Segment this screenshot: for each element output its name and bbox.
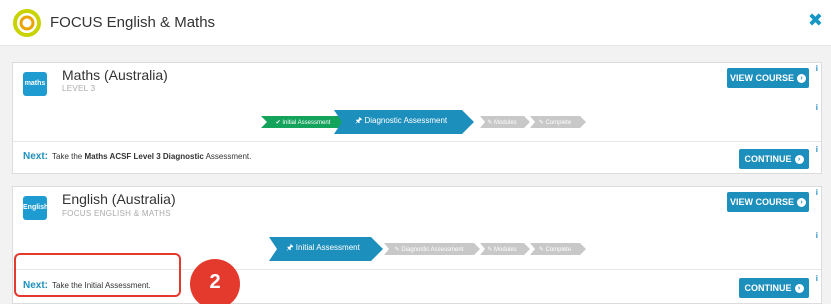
next-text: Take the bbox=[52, 152, 83, 161]
info-icon[interactable]: i bbox=[816, 64, 818, 73]
arrow-right-icon: › bbox=[797, 74, 806, 84]
step-label: ✎ Complete bbox=[538, 119, 572, 126]
info-icon[interactable]: i bbox=[816, 274, 818, 283]
continue-label: CONTINUE bbox=[744, 154, 792, 164]
course-subtitle: FOCUS ENGLISH & MATHS bbox=[62, 209, 171, 218]
continue-label: CONTINUE bbox=[744, 283, 792, 293]
step-diagnostic-assessment: ✎ Diagnostic Assessment bbox=[384, 243, 480, 255]
step-label: ✔ Initial Assessment bbox=[275, 119, 331, 126]
info-icon[interactable]: i bbox=[816, 231, 818, 240]
step-label: 🖈 Diagnostic Assessment bbox=[354, 116, 448, 125]
info-icon[interactable]: i bbox=[816, 103, 818, 112]
highlight-box bbox=[14, 253, 181, 297]
callout-badge: 2 bbox=[190, 259, 240, 304]
view-course-label: VIEW COURSE bbox=[729, 73, 794, 83]
course-subtitle: LEVEL 3 bbox=[62, 84, 96, 93]
english-course-icon: English bbox=[23, 196, 48, 220]
step-label: 🖈 Initial Assessment bbox=[286, 243, 360, 252]
next-label: Next: bbox=[23, 151, 49, 162]
step-label: ✎ Complete bbox=[538, 246, 572, 253]
step-modules: ✎ Modules bbox=[480, 243, 530, 255]
divider bbox=[13, 141, 821, 142]
close-icon[interactable]: ✖ bbox=[808, 10, 823, 31]
step-initial-assessment: 🖈 Initial Assessment bbox=[269, 237, 383, 261]
view-course-button[interactable]: VIEW COURSE › bbox=[727, 192, 809, 212]
next-text: Assessment. bbox=[205, 152, 252, 161]
course-title: Maths (Australia) bbox=[62, 67, 168, 83]
info-icon[interactable]: i bbox=[816, 145, 818, 154]
focus-logo-icon bbox=[13, 9, 41, 37]
course-title: English (Australia) bbox=[62, 191, 176, 207]
next-step-text: Next: Take the Maths ACSF Level 3 Diagnos… bbox=[23, 151, 251, 162]
step-modules: ✎ Modules bbox=[480, 116, 530, 128]
arrow-right-icon: › bbox=[794, 284, 804, 294]
step-complete: ✎ Complete bbox=[530, 116, 586, 128]
step-label: ✎ Modules bbox=[487, 246, 517, 253]
arrow-right-icon: › bbox=[797, 198, 806, 208]
continue-button[interactable]: CONTINUE › bbox=[739, 149, 809, 169]
info-icon[interactable]: i bbox=[816, 188, 818, 197]
view-course-label: VIEW COURSE bbox=[729, 197, 794, 207]
continue-button[interactable]: CONTINUE › bbox=[739, 278, 809, 298]
app-header: FOCUS English & Maths ✖ bbox=[0, 0, 831, 46]
maths-course-icon: maths bbox=[23, 72, 47, 96]
course-card-maths: maths Maths (Australia) LEVEL 3 VIEW COU… bbox=[12, 62, 822, 174]
step-label: ✎ Diagnostic Assessment bbox=[394, 246, 464, 253]
arrow-right-icon: › bbox=[794, 155, 804, 165]
step-complete: ✎ Complete bbox=[530, 243, 586, 255]
next-text-bold: Maths ACSF Level 3 Diagnostic bbox=[84, 152, 204, 161]
view-course-button[interactable]: VIEW COURSE › bbox=[727, 68, 809, 88]
step-diagnostic-assessment: 🖈 Diagnostic Assessment bbox=[334, 110, 474, 134]
step-label: ✎ Modules bbox=[487, 119, 517, 126]
app-title: FOCUS English & Maths bbox=[50, 14, 216, 31]
